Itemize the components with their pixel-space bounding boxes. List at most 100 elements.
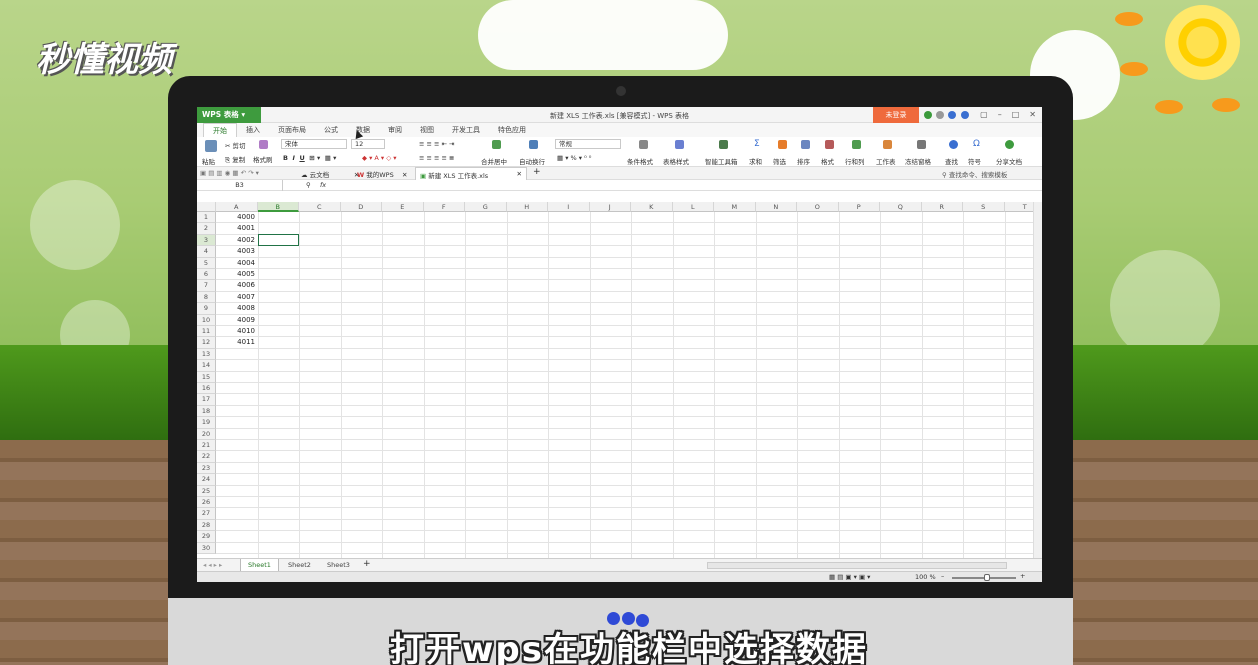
row-header-25[interactable]: 25: [197, 485, 216, 497]
tab-page-layout[interactable]: 页面布局: [269, 123, 315, 137]
smart-toolbox-icon[interactable]: [719, 140, 728, 149]
format-painter-button[interactable]: 格式刷: [253, 154, 273, 164]
cell-a9[interactable]: 4008: [217, 303, 257, 314]
skin-icon[interactable]: [924, 111, 932, 119]
help-icon[interactable]: [961, 111, 969, 119]
column-header-d[interactable]: D: [340, 202, 382, 212]
row-header-14[interactable]: 14: [197, 360, 216, 372]
cell-a12[interactable]: 4011: [217, 337, 257, 348]
zoom-icon[interactable]: ⚲: [306, 181, 311, 189]
row-header-18[interactable]: 18: [197, 405, 216, 418]
align-buttons-2[interactable]: ≡ ≡ ≡ ≡ ≣: [419, 154, 455, 162]
wrap-icon[interactable]: [529, 140, 538, 149]
search-commands[interactable]: ⚲ 查找命令、搜索模板: [942, 169, 1007, 179]
column-header-s[interactable]: S: [963, 202, 1005, 212]
column-header-h[interactable]: H: [506, 202, 548, 212]
row-header-20[interactable]: 20: [197, 428, 216, 440]
row-header-29[interactable]: 29: [197, 531, 216, 543]
tab-developer[interactable]: 开发工具: [443, 123, 489, 137]
column-header-l[interactable]: L: [672, 202, 714, 212]
row-header-26[interactable]: 26: [197, 497, 216, 509]
settings-icon[interactable]: [936, 111, 944, 119]
find-button[interactable]: 查找: [945, 156, 958, 166]
table-style-button[interactable]: 表格样式: [663, 156, 689, 166]
zoom-in-button[interactable]: +: [1020, 572, 1025, 580]
font-name-select[interactable]: 宋体: [281, 139, 347, 149]
select-all-corner[interactable]: [197, 202, 216, 212]
doc-tab-mywps[interactable]: W 我的WPS ✕: [357, 169, 407, 179]
row-header-3[interactable]: 3: [197, 234, 216, 247]
row-header-15[interactable]: 15: [197, 371, 216, 383]
cell-a6[interactable]: 4005: [217, 269, 257, 280]
row-header-27[interactable]: 27: [197, 508, 216, 520]
format-button[interactable]: 格式: [821, 156, 834, 166]
filter-icon[interactable]: [778, 140, 787, 149]
conditional-format-button[interactable]: 条件格式: [627, 156, 653, 166]
row-header-30[interactable]: 30: [197, 542, 216, 554]
sheet-nav-arrows[interactable]: ◂ ◂ ▸ ▸: [203, 561, 222, 569]
freeze-icon[interactable]: [917, 140, 926, 149]
rows-cols-button[interactable]: 行和列: [845, 156, 865, 166]
row-header-8[interactable]: 8: [197, 291, 216, 304]
paste-button[interactable]: 粘贴: [202, 156, 215, 166]
column-header-t[interactable]: T: [1004, 202, 1033, 212]
row-header-16[interactable]: 16: [197, 383, 216, 395]
quick-access-icons[interactable]: ▣ ▤ ▥ ◉ ▦ ↶ ↷ ▾: [200, 169, 259, 177]
column-header-o[interactable]: O: [797, 202, 839, 212]
conditional-format-icon[interactable]: [639, 140, 648, 149]
format-painter-icon[interactable]: [259, 140, 268, 149]
column-header-j[interactable]: J: [589, 202, 631, 212]
row-header-11[interactable]: 11: [197, 326, 216, 338]
share-icon[interactable]: [1005, 140, 1014, 149]
symbol-icon[interactable]: Ω: [973, 139, 980, 149]
maximize-icon[interactable]: □: [1012, 110, 1020, 119]
row-header-24[interactable]: 24: [197, 474, 216, 486]
align-buttons[interactable]: ≡ ≡ ≡ ⇤ ⇥: [419, 140, 455, 148]
cell-a4[interactable]: 4003: [217, 246, 257, 257]
column-header-m[interactable]: M: [714, 202, 756, 212]
column-header-e[interactable]: E: [382, 202, 424, 212]
merge-icon[interactable]: [492, 140, 501, 149]
find-icon[interactable]: [949, 140, 958, 149]
new-tab-button[interactable]: +: [533, 167, 541, 177]
symbol-button[interactable]: 符号: [968, 156, 981, 166]
column-header-k[interactable]: K: [631, 202, 673, 212]
cell-a3[interactable]: 4002: [217, 235, 257, 246]
share-document-button[interactable]: 分享文档: [996, 156, 1022, 166]
row-header-10[interactable]: 10: [197, 314, 216, 326]
column-header-g[interactable]: G: [465, 202, 507, 212]
column-header-c[interactable]: C: [299, 202, 341, 212]
row-header-22[interactable]: 22: [197, 451, 216, 463]
paste-icon[interactable]: [205, 140, 217, 152]
add-sheet-button[interactable]: +: [363, 559, 371, 569]
cut-button[interactable]: ✂ 剪切: [225, 140, 246, 150]
row-header-17[interactable]: 17: [197, 394, 216, 406]
worksheet-button[interactable]: 工作表: [876, 156, 896, 166]
column-header-i[interactable]: I: [548, 202, 590, 212]
spreadsheet-grid[interactable]: A B C D E F G H I J K L M N O P Q R S T 1 2 3 4 5 6 7 8 9 10 11 12 13 14 1…: [197, 202, 1033, 558]
row-header-19[interactable]: 19: [197, 417, 216, 429]
sort-button[interactable]: 排序: [797, 156, 810, 166]
merge-center-button[interactable]: 合并居中: [481, 156, 507, 166]
zoom-slider-thumb[interactable]: [984, 574, 990, 581]
tab-data[interactable]: 数据: [347, 123, 379, 137]
vertical-scrollbar[interactable]: [1033, 202, 1042, 558]
format-icon[interactable]: [825, 140, 834, 149]
cell-a8[interactable]: 4007: [217, 292, 257, 303]
zoom-out-button[interactable]: –: [941, 572, 944, 580]
rows-cols-icon[interactable]: [852, 140, 861, 149]
cell-a7[interactable]: 4006: [217, 280, 257, 291]
table-style-icon[interactable]: [675, 140, 684, 149]
sum-button[interactable]: 求和: [749, 156, 762, 166]
active-cell-b3[interactable]: [258, 233, 299, 246]
restore-icon[interactable]: ▢: [980, 110, 988, 119]
cell-a2[interactable]: 4001: [217, 223, 257, 234]
login-button[interactable]: 未登录: [873, 107, 919, 123]
cell-a11[interactable]: 4010: [217, 326, 257, 337]
column-header-p[interactable]: P: [838, 202, 880, 212]
row-header-5[interactable]: 5: [197, 257, 216, 269]
close-icon[interactable]: ✕: [1029, 110, 1036, 119]
font-style-buttons[interactable]: B I U ⊞ ▾ ▦ ▾: [283, 154, 336, 162]
tab-formulas[interactable]: 公式: [315, 123, 347, 137]
number-format-buttons[interactable]: ▦ ▾ % ▾ ⁰ ⁰: [557, 154, 591, 162]
